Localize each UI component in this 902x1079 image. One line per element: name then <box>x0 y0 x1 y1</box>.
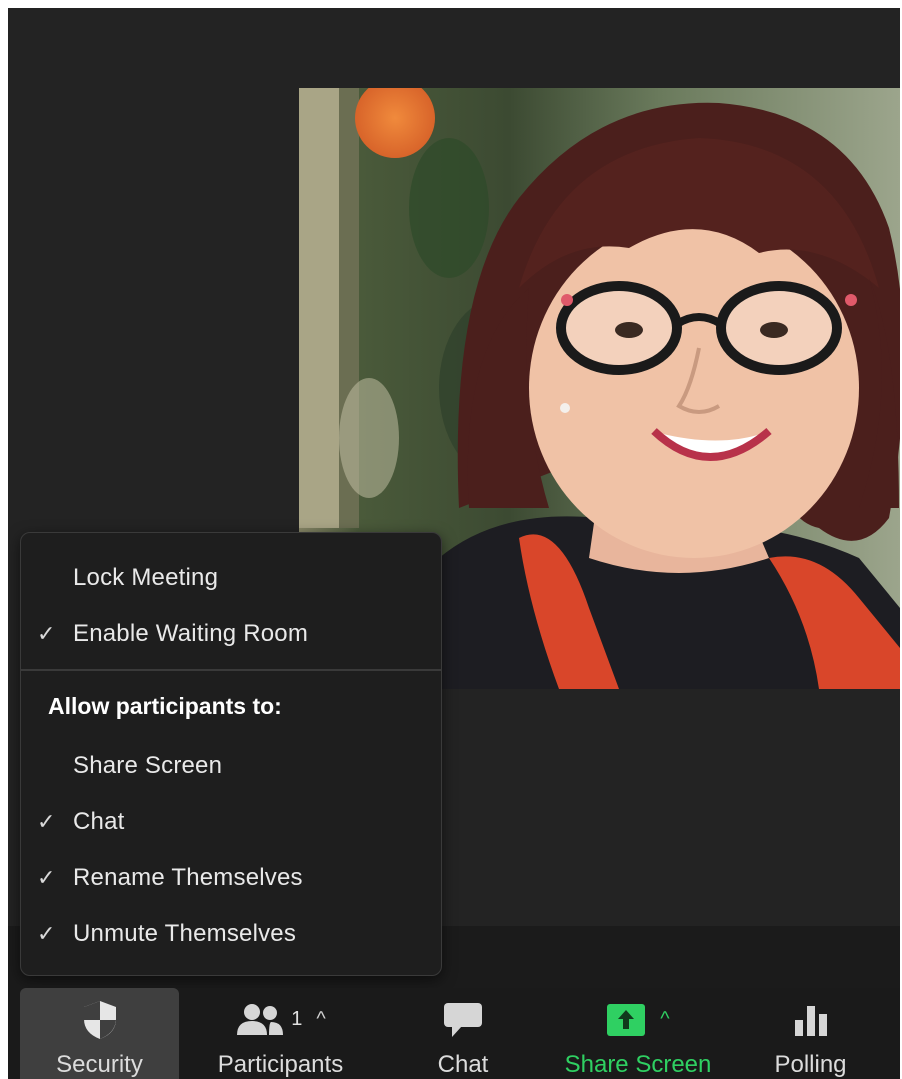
share-screen-button[interactable]: ^ Share Screen <box>553 988 723 1079</box>
speech-bubble-icon <box>444 1002 482 1037</box>
chevron-up-icon[interactable]: ^ <box>660 1008 669 1031</box>
share-screen-label: Share Screen <box>564 1051 712 1078</box>
shield-icon <box>83 1000 116 1039</box>
zoom-meeting-window: Lock Meeting ✓ Enable Waiting Room Allow… <box>8 8 900 1079</box>
menu-item-label: Share Screen <box>73 752 223 779</box>
chat-label: Chat <box>437 1051 489 1078</box>
chevron-up-icon[interactable]: ^ <box>316 1008 325 1031</box>
polling-label: Polling <box>774 1051 847 1078</box>
check-icon: ✓ <box>37 621 56 646</box>
security-button[interactable]: Security <box>20 988 179 1079</box>
menu-divider <box>21 669 441 671</box>
check-icon: ✓ <box>37 921 56 946</box>
menu-section-header: Allow participants to: <box>48 693 282 719</box>
menu-item-share-screen[interactable]: Share Screen <box>21 744 441 788</box>
check-icon: ✓ <box>37 809 56 834</box>
menu-item-label: Rename Themselves <box>73 864 303 891</box>
polling-button[interactable]: Polling <box>763 988 858 1079</box>
check-icon: ✓ <box>37 865 56 890</box>
menu-item-enable-waiting-room[interactable]: ✓ Enable Waiting Room <box>21 612 441 656</box>
menu-item-label: Chat <box>73 808 125 835</box>
up-arrow-icon <box>607 1003 646 1036</box>
bar-chart-icon <box>794 1005 827 1036</box>
menu-item-unmute-themselves[interactable]: ✓ Unmute Themselves <box>21 912 441 956</box>
meeting-toolbar: Security 1 ^ Participants Chat ^ Share S… <box>8 988 900 1079</box>
menu-item-label: Unmute Themselves <box>73 920 297 947</box>
chat-button[interactable]: Chat <box>423 988 503 1079</box>
menu-item-chat[interactable]: ✓ Chat <box>21 800 441 844</box>
security-label: Security <box>56 1051 143 1078</box>
menu-item-label: Lock Meeting <box>73 564 219 591</box>
menu-item-label: Enable Waiting Room <box>73 620 309 647</box>
people-icon <box>237 1003 284 1035</box>
menu-item-lock-meeting[interactable]: Lock Meeting <box>21 556 441 600</box>
participants-label: Participants <box>217 1051 344 1078</box>
security-menu: Lock Meeting ✓ Enable Waiting Room Allow… <box>20 532 442 976</box>
menu-item-rename-themselves[interactable]: ✓ Rename Themselves <box>21 856 441 900</box>
participants-button[interactable]: 1 ^ Participants <box>208 988 353 1079</box>
participants-count: 1 <box>291 1008 303 1030</box>
